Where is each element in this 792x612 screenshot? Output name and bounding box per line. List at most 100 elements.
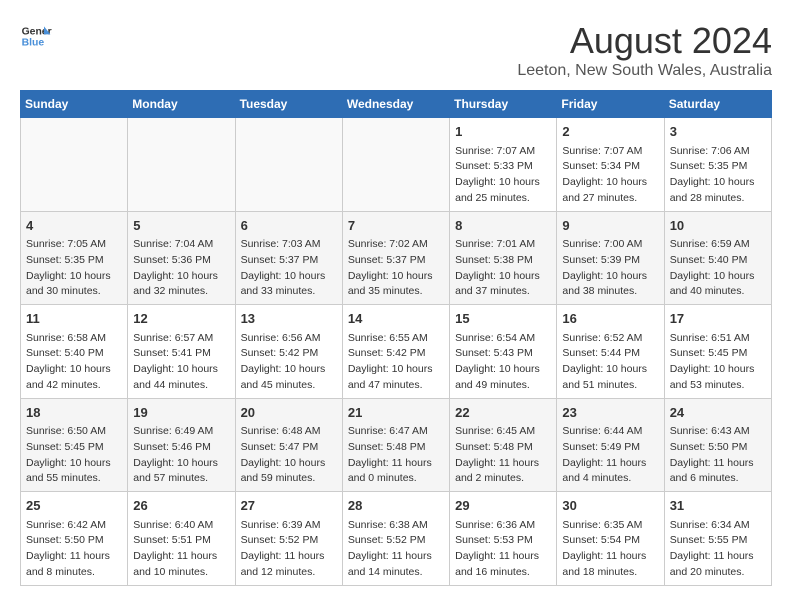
- day-number: 7: [348, 216, 444, 236]
- day-number: 6: [241, 216, 337, 236]
- day-content-line: and 28 minutes.: [670, 191, 766, 207]
- day-content-line: Daylight: 11 hours: [455, 456, 551, 472]
- day-content-line: Daylight: 10 hours: [241, 362, 337, 378]
- day-number: 26: [133, 496, 229, 516]
- day-content-line: Sunrise: 6:57 AM: [133, 331, 229, 347]
- calendar-week-row: 1Sunrise: 7:07 AMSunset: 5:33 PMDaylight…: [21, 118, 772, 212]
- day-content-line: Daylight: 10 hours: [562, 175, 658, 191]
- day-number: 28: [348, 496, 444, 516]
- day-content-line: Sunrise: 6:49 AM: [133, 424, 229, 440]
- day-number: 16: [562, 309, 658, 329]
- calendar-day-cell: 20Sunrise: 6:48 AMSunset: 5:47 PMDayligh…: [235, 398, 342, 492]
- day-content-line: Sunrise: 6:36 AM: [455, 518, 551, 534]
- day-content-line: Daylight: 10 hours: [562, 269, 658, 285]
- day-content-line: Sunset: 5:34 PM: [562, 159, 658, 175]
- day-content-line: Sunset: 5:51 PM: [133, 533, 229, 549]
- day-content-line: Sunrise: 7:03 AM: [241, 237, 337, 253]
- calendar-day-cell: 25Sunrise: 6:42 AMSunset: 5:50 PMDayligh…: [21, 492, 128, 586]
- calendar-day-cell: 28Sunrise: 6:38 AMSunset: 5:52 PMDayligh…: [342, 492, 449, 586]
- weekday-header-cell: Tuesday: [235, 91, 342, 118]
- day-number: 22: [455, 403, 551, 423]
- day-content-line: Sunrise: 6:44 AM: [562, 424, 658, 440]
- calendar-day-cell: 27Sunrise: 6:39 AMSunset: 5:52 PMDayligh…: [235, 492, 342, 586]
- day-content-line: Daylight: 10 hours: [133, 456, 229, 472]
- day-content-line: Sunset: 5:48 PM: [348, 440, 444, 456]
- day-content-line: Sunset: 5:35 PM: [26, 253, 122, 269]
- day-number: 31: [670, 496, 766, 516]
- day-content-line: Daylight: 10 hours: [241, 456, 337, 472]
- calendar-week-row: 4Sunrise: 7:05 AMSunset: 5:35 PMDaylight…: [21, 211, 772, 305]
- day-number: 17: [670, 309, 766, 329]
- day-content-line: Daylight: 10 hours: [455, 175, 551, 191]
- day-content-line: Sunset: 5:44 PM: [562, 346, 658, 362]
- calendar-day-cell: 18Sunrise: 6:50 AMSunset: 5:45 PMDayligh…: [21, 398, 128, 492]
- day-content-line: Sunset: 5:50 PM: [26, 533, 122, 549]
- day-content-line: Daylight: 11 hours: [241, 549, 337, 565]
- day-content-line: Daylight: 10 hours: [133, 269, 229, 285]
- day-content-line: Sunset: 5:35 PM: [670, 159, 766, 175]
- day-content-line: and 16 minutes.: [455, 565, 551, 581]
- calendar-day-cell: 13Sunrise: 6:56 AMSunset: 5:42 PMDayligh…: [235, 305, 342, 399]
- day-content-line: Sunset: 5:43 PM: [455, 346, 551, 362]
- day-content-line: Sunset: 5:50 PM: [670, 440, 766, 456]
- day-content-line: Sunrise: 7:00 AM: [562, 237, 658, 253]
- calendar-day-cell: 31Sunrise: 6:34 AMSunset: 5:55 PMDayligh…: [664, 492, 771, 586]
- calendar-day-cell: 7Sunrise: 7:02 AMSunset: 5:37 PMDaylight…: [342, 211, 449, 305]
- day-content-line: and 47 minutes.: [348, 378, 444, 394]
- calendar-day-cell: 1Sunrise: 7:07 AMSunset: 5:33 PMDaylight…: [450, 118, 557, 212]
- day-content-line: Sunset: 5:52 PM: [348, 533, 444, 549]
- calendar-day-cell: 3Sunrise: 7:06 AMSunset: 5:35 PMDaylight…: [664, 118, 771, 212]
- day-content-line: Daylight: 11 hours: [562, 456, 658, 472]
- calendar-week-row: 25Sunrise: 6:42 AMSunset: 5:50 PMDayligh…: [21, 492, 772, 586]
- day-content-line: Sunset: 5:53 PM: [455, 533, 551, 549]
- day-content-line: Daylight: 11 hours: [562, 549, 658, 565]
- calendar-day-cell: 14Sunrise: 6:55 AMSunset: 5:42 PMDayligh…: [342, 305, 449, 399]
- day-content-line: Daylight: 10 hours: [670, 175, 766, 191]
- weekday-header-cell: Saturday: [664, 91, 771, 118]
- day-content-line: Sunset: 5:47 PM: [241, 440, 337, 456]
- day-content-line: Daylight: 10 hours: [348, 362, 444, 378]
- weekday-header-cell: Thursday: [450, 91, 557, 118]
- day-content-line: Sunrise: 6:50 AM: [26, 424, 122, 440]
- day-content-line: Sunrise: 7:01 AM: [455, 237, 551, 253]
- day-content-line: and 35 minutes.: [348, 284, 444, 300]
- svg-text:Blue: Blue: [22, 38, 45, 49]
- calendar-day-cell: 24Sunrise: 6:43 AMSunset: 5:50 PMDayligh…: [664, 398, 771, 492]
- day-content-line: Sunset: 5:41 PM: [133, 346, 229, 362]
- day-content-line: Sunset: 5:52 PM: [241, 533, 337, 549]
- weekday-header-row: SundayMondayTuesdayWednesdayThursdayFrid…: [21, 91, 772, 118]
- weekday-header-cell: Friday: [557, 91, 664, 118]
- calendar-week-row: 11Sunrise: 6:58 AMSunset: 5:40 PMDayligh…: [21, 305, 772, 399]
- day-content-line: Sunset: 5:40 PM: [670, 253, 766, 269]
- day-content-line: Sunrise: 7:05 AM: [26, 237, 122, 253]
- calendar-day-cell: [235, 118, 342, 212]
- day-content-line: Sunrise: 7:07 AM: [455, 144, 551, 160]
- day-content-line: Sunrise: 6:51 AM: [670, 331, 766, 347]
- day-content-line: and 44 minutes.: [133, 378, 229, 394]
- day-content-line: and 40 minutes.: [670, 284, 766, 300]
- day-number: 18: [26, 403, 122, 423]
- day-content-line: Daylight: 10 hours: [26, 456, 122, 472]
- calendar-day-cell: 4Sunrise: 7:05 AMSunset: 5:35 PMDaylight…: [21, 211, 128, 305]
- day-content-line: Daylight: 10 hours: [133, 362, 229, 378]
- day-number: 19: [133, 403, 229, 423]
- day-content-line: Sunrise: 6:55 AM: [348, 331, 444, 347]
- day-content-line: and 53 minutes.: [670, 378, 766, 394]
- day-content-line: Sunrise: 6:43 AM: [670, 424, 766, 440]
- day-number: 10: [670, 216, 766, 236]
- day-content-line: and 51 minutes.: [562, 378, 658, 394]
- day-number: 3: [670, 122, 766, 142]
- day-content-line: Sunrise: 7:04 AM: [133, 237, 229, 253]
- day-content-line: Sunset: 5:42 PM: [241, 346, 337, 362]
- day-content-line: and 59 minutes.: [241, 471, 337, 487]
- day-content-line: Sunset: 5:33 PM: [455, 159, 551, 175]
- day-number: 24: [670, 403, 766, 423]
- calendar-day-cell: [21, 118, 128, 212]
- day-content-line: Sunrise: 6:45 AM: [455, 424, 551, 440]
- day-number: 11: [26, 309, 122, 329]
- day-content-line: Daylight: 11 hours: [348, 456, 444, 472]
- day-content-line: Sunset: 5:37 PM: [348, 253, 444, 269]
- calendar-body: 1Sunrise: 7:07 AMSunset: 5:33 PMDaylight…: [21, 118, 772, 586]
- day-content-line: and 14 minutes.: [348, 565, 444, 581]
- day-number: 21: [348, 403, 444, 423]
